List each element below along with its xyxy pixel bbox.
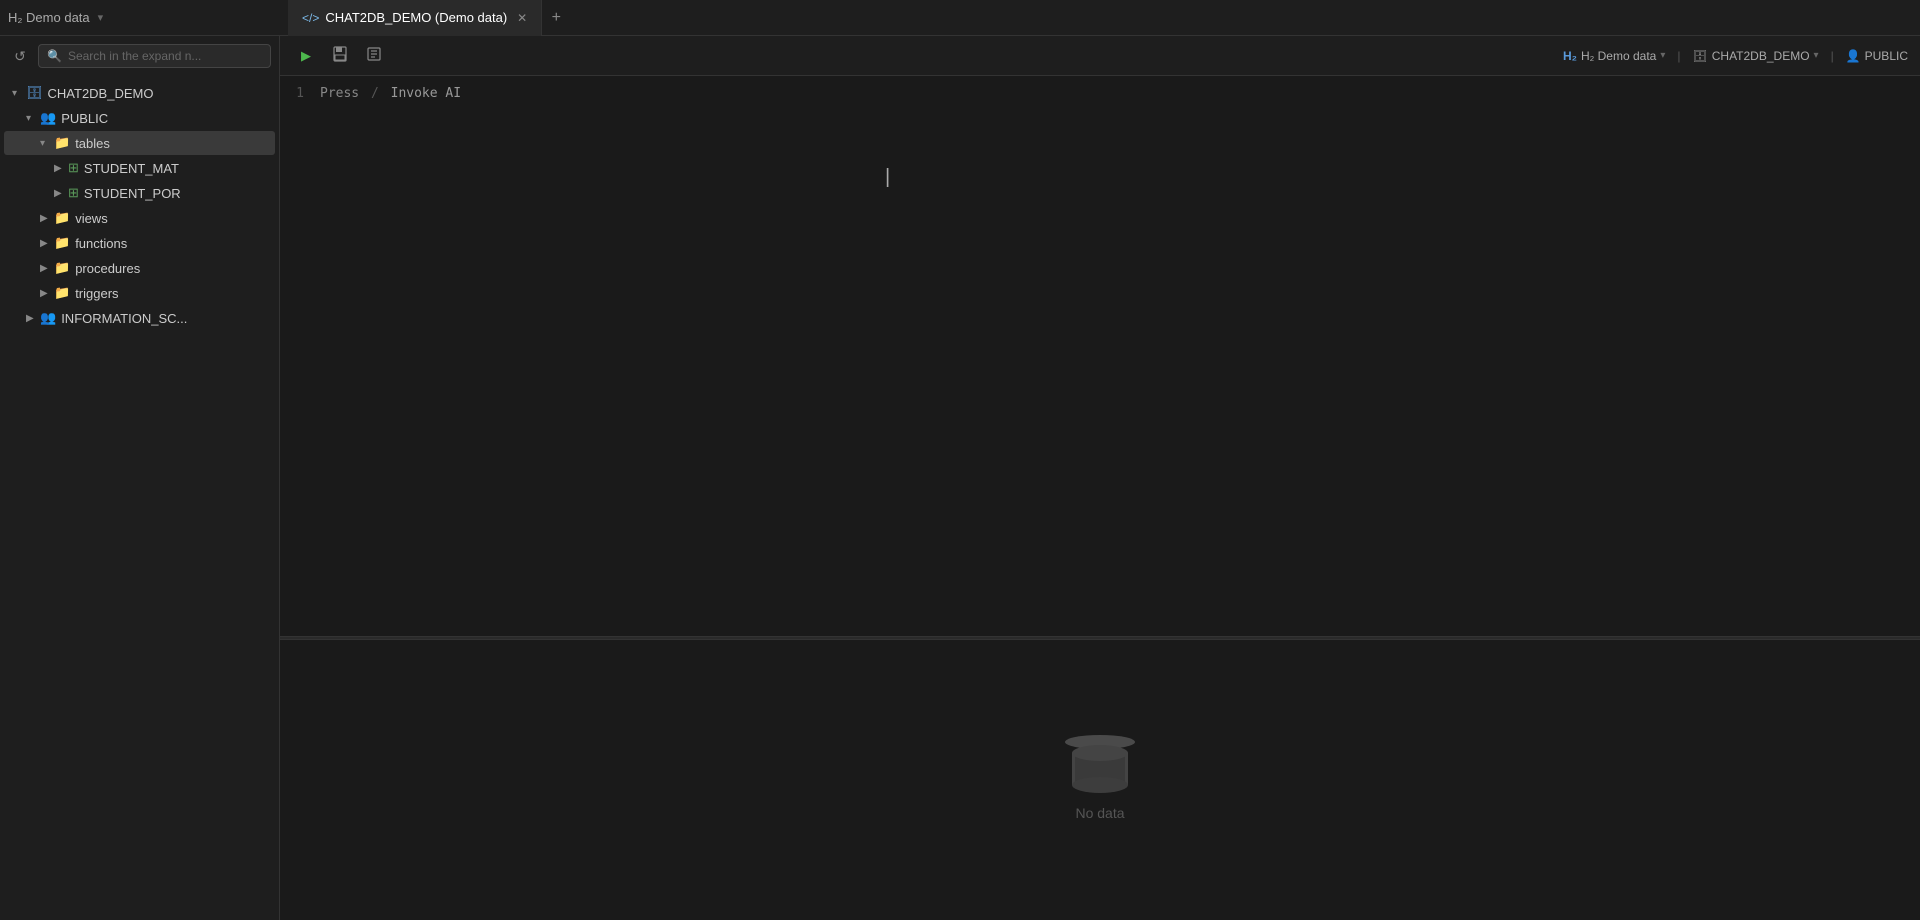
add-tab-button[interactable]: + xyxy=(542,4,570,32)
separator-1: | xyxy=(1677,49,1680,63)
tree-item-triggers[interactable]: ▶ 📁 triggers xyxy=(4,281,275,305)
tree-label-triggers: triggers xyxy=(75,286,118,301)
table-icon-student-por: ⊞ xyxy=(68,185,79,201)
editor-text-cursor: | xyxy=(885,166,890,189)
tree-arrow-functions: ▶ xyxy=(40,238,54,249)
tab-close-button[interactable]: ✕ xyxy=(517,11,527,25)
db-cyl-top xyxy=(1072,745,1128,761)
press-text: Press xyxy=(320,86,359,101)
user-selector[interactable]: 👤 PUBLIC xyxy=(1846,49,1908,63)
format-button[interactable] xyxy=(360,42,388,70)
tab-bar: </> CHAT2DB_DEMO (Demo data) ✕ + xyxy=(288,0,1912,36)
schema-selector[interactable]: 🗄 CHAT2DB_DEMO ▾ xyxy=(1693,49,1819,63)
refresh-button[interactable]: ↺ xyxy=(8,44,32,68)
tree-label-student-por: STUDENT_POR xyxy=(84,186,181,201)
title-chevron[interactable]: ▾ xyxy=(98,11,104,24)
tree-item-student-por[interactable]: ▶ ⊞ STUDENT_POR xyxy=(4,181,275,205)
app-title: H₂ Demo data xyxy=(8,10,90,25)
tree-arrow-chat2db: ▾ xyxy=(12,88,26,99)
tree-label-student-mat: STUDENT_MAT xyxy=(84,161,179,176)
schema-label: CHAT2DB_DEMO xyxy=(1712,49,1810,63)
content-toolbar: ▶ xyxy=(280,36,1920,76)
editor-line-content: Press / Invoke AI xyxy=(320,86,461,101)
tree-arrow-information-schema: ▶ xyxy=(26,313,40,324)
tree-label-public: PUBLIC xyxy=(61,111,108,126)
tree-arrow-triggers: ▶ xyxy=(40,288,54,299)
separator-2: | xyxy=(1831,49,1834,63)
user-label: PUBLIC xyxy=(1865,49,1908,63)
tab-code-icon: </> xyxy=(302,11,319,25)
schema-db-icon: 🗄 xyxy=(1693,49,1708,63)
run-query-button[interactable]: ▶ xyxy=(292,42,320,70)
tree-arrow-views: ▶ xyxy=(40,213,54,224)
tree: ▾ 🗄 CHAT2DB_DEMO ▾ 👥 PUBLIC ▾ 📁 tables ▶… xyxy=(0,76,279,920)
save-button[interactable] xyxy=(326,42,354,70)
h2-icon: H₂ xyxy=(1563,49,1577,63)
format-icon xyxy=(366,46,382,65)
folder-icon-procedures: 📁 xyxy=(54,260,70,276)
content-area: ▶ xyxy=(280,36,1920,920)
tree-label-procedures: procedures xyxy=(75,261,140,276)
tree-item-tables[interactable]: ▾ 📁 tables xyxy=(4,131,275,155)
search-icon: 🔍 xyxy=(47,49,62,63)
title-bar: H₂ Demo data ▾ </> CHAT2DB_DEMO (Demo da… xyxy=(0,0,1920,36)
main-layout: ↺ 🔍 Search in the expand n... ▾ 🗄 CHAT2D… xyxy=(0,36,1920,920)
tree-item-student-mat[interactable]: ▶ ⊞ STUDENT_MAT xyxy=(4,156,275,180)
tree-arrow-student-mat: ▶ xyxy=(54,163,68,174)
db-cylinder-container xyxy=(1072,745,1128,793)
line-number-1: 1 xyxy=(280,86,320,101)
tree-arrow-student-por: ▶ xyxy=(54,188,68,199)
tree-item-views[interactable]: ▶ 📁 views xyxy=(4,206,275,230)
run-icon: ▶ xyxy=(301,48,311,64)
editor-area[interactable]: 1 Press / Invoke AI | xyxy=(280,76,1920,920)
slash-divider: / xyxy=(371,86,379,101)
table-icon-student-mat: ⊞ xyxy=(68,160,79,176)
results-area: No data xyxy=(280,640,1920,920)
db-chevron: ▾ xyxy=(1660,50,1665,61)
db-cyl-bottom xyxy=(1072,777,1128,793)
editor-line-1: 1 Press / Invoke AI xyxy=(280,84,1920,103)
tree-arrow-tables: ▾ xyxy=(40,138,54,149)
schema-icon-public: 👥 xyxy=(40,110,56,126)
folder-icon-tables: 📁 xyxy=(54,135,70,151)
sidebar-toolbar: ↺ 🔍 Search in the expand n... xyxy=(0,36,279,76)
save-icon xyxy=(332,46,348,65)
tree-label-functions: functions xyxy=(75,236,127,251)
db-selector[interactable]: H₂ H₂ Demo data ▾ xyxy=(1563,49,1665,63)
toolbar-left: ▶ xyxy=(292,42,388,70)
database-icon: 🗄 xyxy=(26,85,43,101)
tree-item-procedures[interactable]: ▶ 📁 procedures xyxy=(4,256,275,280)
user-icon: 👤 xyxy=(1846,49,1861,63)
invoke-ai-text: Invoke AI xyxy=(391,86,461,101)
editor-top[interactable]: 1 Press / Invoke AI | xyxy=(280,76,1920,636)
folder-icon-views: 📁 xyxy=(54,210,70,226)
toolbar-right: H₂ H₂ Demo data ▾ | 🗄 CHAT2DB_DEMO ▾ | 👤… xyxy=(1563,49,1908,63)
no-data-text: No data xyxy=(1075,805,1124,821)
db-label: H₂ Demo data xyxy=(1581,49,1656,63)
search-box[interactable]: 🔍 Search in the expand n... xyxy=(38,44,271,68)
tree-arrow-public: ▾ xyxy=(26,113,40,124)
tree-label-views: views xyxy=(75,211,108,226)
folder-icon-triggers: 📁 xyxy=(54,285,70,301)
folder-icon-functions: 📁 xyxy=(54,235,70,251)
tree-label-tables: tables xyxy=(75,136,110,151)
search-placeholder: Search in the expand n... xyxy=(68,49,201,63)
tree-label-chat2db-demo: CHAT2DB_DEMO xyxy=(48,86,154,101)
tree-item-public[interactable]: ▾ 👥 PUBLIC xyxy=(4,106,275,130)
tree-label-information-schema: INFORMATION_SC... xyxy=(61,311,187,326)
app-title-section: H₂ Demo data ▾ xyxy=(8,10,288,25)
tree-item-information-schema[interactable]: ▶ 👥 INFORMATION_SC... xyxy=(4,306,275,330)
schema-chevron: ▾ xyxy=(1814,50,1819,61)
sidebar: ↺ 🔍 Search in the expand n... ▾ 🗄 CHAT2D… xyxy=(0,36,280,920)
tree-item-chat2db-demo[interactable]: ▾ 🗄 CHAT2DB_DEMO xyxy=(4,81,275,105)
tab-label: CHAT2DB_DEMO (Demo data) xyxy=(325,10,507,25)
no-data-illustration xyxy=(1065,739,1135,793)
schema-icon-information: 👥 xyxy=(40,310,56,326)
tree-arrow-procedures: ▶ xyxy=(40,263,54,274)
tree-item-functions[interactable]: ▶ 📁 functions xyxy=(4,231,275,255)
tab-chat2db-demo[interactable]: </> CHAT2DB_DEMO (Demo data) ✕ xyxy=(288,0,542,36)
